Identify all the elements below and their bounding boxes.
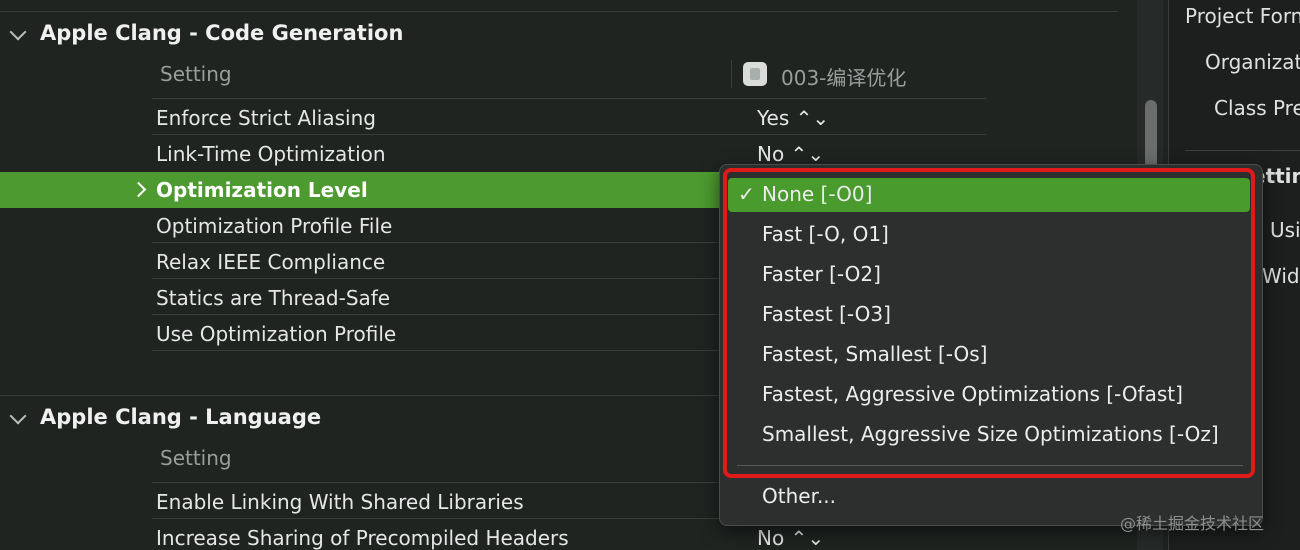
row-divider — [152, 242, 722, 243]
setting-optimization-level[interactable]: Optimization Level — [156, 178, 368, 202]
setting-column-header[interactable]: Setting — [160, 62, 232, 86]
menu-item-other[interactable]: Other... — [762, 484, 836, 508]
setting-link-time-optimization[interactable]: Link-Time Optimization — [156, 142, 386, 166]
section-divider — [0, 395, 720, 396]
value-increase-sharing-precompiled-headers[interactable]: No ⌃⌄ — [757, 526, 824, 550]
setting-use-optimization-profile[interactable]: Use Optimization Profile — [156, 322, 396, 346]
row-divider — [152, 482, 722, 483]
setting-optimization-profile-file[interactable]: Optimization Profile File — [156, 214, 392, 238]
watermark: @稀土掘金技术社区 — [1120, 514, 1265, 533]
value-enforce-strict-aliasing[interactable]: Yes ⌃⌄ — [757, 106, 829, 130]
project-target-icon — [743, 62, 767, 86]
class-prefix-label: Class Pre — [1214, 96, 1300, 120]
setting-increase-sharing-precompiled-headers[interactable]: Increase Sharing of Precompiled Headers — [156, 526, 569, 550]
project-column-header[interactable]: 003-编译优化 — [781, 62, 906, 91]
setting-enforce-strict-aliasing[interactable]: Enforce Strict Aliasing — [156, 106, 376, 130]
scrollbar-thumb[interactable] — [1145, 100, 1157, 172]
top-divider — [0, 11, 1118, 12]
inspector-divider — [1185, 150, 1300, 151]
row-divider — [152, 98, 986, 99]
section-title-language[interactable]: Apple Clang - Language — [40, 405, 321, 429]
uses-label: Usi — [1270, 218, 1300, 242]
width-label: Widt — [1262, 264, 1300, 288]
row-divider — [152, 350, 722, 351]
row-divider — [152, 314, 722, 315]
row-divider — [152, 518, 722, 519]
annotation-highlight-box — [723, 168, 1255, 478]
column-divider — [731, 60, 732, 88]
setting-statics-thread-safe[interactable]: Statics are Thread-Safe — [156, 286, 390, 310]
row-divider — [152, 278, 722, 279]
setting-enable-linking-shared-libraries[interactable]: Enable Linking With Shared Libraries — [156, 490, 524, 514]
project-format-label: Project Form — [1185, 4, 1300, 28]
row-divider — [152, 134, 986, 135]
setting-column-header[interactable]: Setting — [160, 446, 232, 470]
setting-relax-ieee-compliance[interactable]: Relax IEEE Compliance — [156, 250, 385, 274]
value-link-time-optimization[interactable]: No ⌃⌄ — [757, 142, 824, 166]
section-title-code-generation[interactable]: Apple Clang - Code Generation — [40, 21, 403, 45]
organization-label: Organizat — [1205, 50, 1300, 74]
